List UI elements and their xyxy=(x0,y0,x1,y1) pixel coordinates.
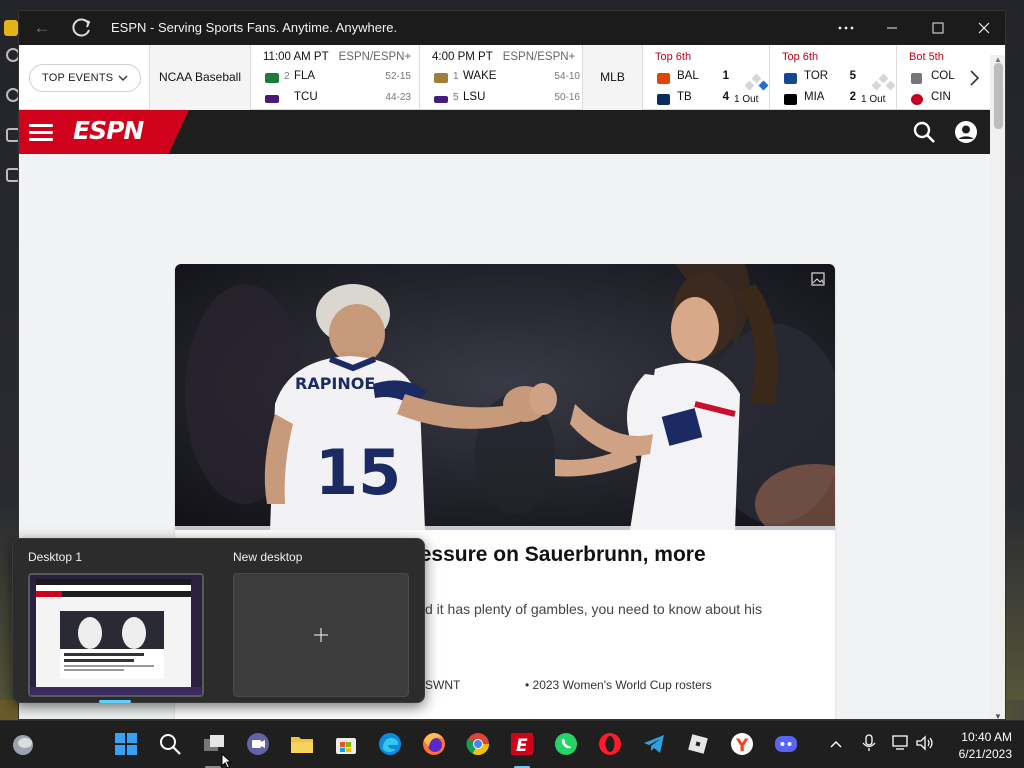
inning-status: Bot 5th xyxy=(909,51,944,63)
wake-forest-logo-icon xyxy=(434,73,448,83)
active-desktop-indicator xyxy=(99,700,131,703)
base-runners-icon xyxy=(744,73,769,93)
top-events-cell: TOP EVENTS xyxy=(19,45,150,110)
telegram-icon[interactable] xyxy=(641,731,667,757)
chevron-down-icon xyxy=(118,75,128,81)
score-card-col-cin[interactable]: Bot 5th COL CIN xyxy=(897,45,965,110)
team-row-cin: CIN xyxy=(911,91,965,107)
reds-logo-icon xyxy=(911,94,923,105)
maximize-button[interactable] xyxy=(915,11,961,45)
chrome-icon[interactable] xyxy=(465,731,491,757)
menu-icon[interactable] xyxy=(29,122,55,142)
score-card-tor-mia[interactable]: Top 6th TOR 5 MIA 2 1 Out xyxy=(770,45,897,110)
plus-icon xyxy=(314,628,328,642)
opera-icon[interactable] xyxy=(597,731,623,757)
store-icon[interactable] xyxy=(333,731,359,757)
tcu-logo-icon xyxy=(265,95,279,103)
desktop-1-preview xyxy=(30,575,202,695)
mouse-cursor xyxy=(221,753,233,768)
chevron-up-icon[interactable] xyxy=(829,737,843,751)
espn-app-icon[interactable]: E xyxy=(509,731,535,757)
page-scrollbar[interactable]: ▲ ▼ xyxy=(990,55,1005,719)
discord-icon[interactable] xyxy=(773,731,799,757)
team-row-tor: TOR 5 xyxy=(784,70,856,86)
svg-text:15: 15 xyxy=(315,436,401,509)
team-row-tcu: TCU 44-23 xyxy=(265,91,411,107)
espn-header: ESPN xyxy=(19,110,990,154)
team-row-mia: MIA 2 xyxy=(784,91,856,107)
scores-bar: TOP EVENTS NCAA Baseball 11:00 AM PT ESPN… xyxy=(19,45,990,110)
taskbar: E Y 10:40 AM 6/21/2023 xyxy=(0,720,1024,768)
base-runners-icon xyxy=(871,73,896,93)
orioles-logo-icon xyxy=(657,73,670,84)
outs-count: 1 Out xyxy=(861,94,886,105)
blue-jays-logo-icon xyxy=(784,73,797,84)
microphone-icon[interactable] xyxy=(861,734,877,752)
profile-icon[interactable] xyxy=(954,120,978,144)
start-icon[interactable] xyxy=(113,731,139,757)
desktop-shortcut-icon[interactable] xyxy=(4,20,18,36)
network-icon[interactable] xyxy=(891,734,911,752)
whatsapp-icon[interactable] xyxy=(553,731,579,757)
widgets-icon[interactable] xyxy=(10,731,36,757)
score-card-wake-lsu[interactable]: 4:00 PM PT ESPN/ESPN+ 1 WAKE 54-10 5 LSU … xyxy=(420,45,583,110)
ncaa-baseball-label[interactable]: NCAA Baseball xyxy=(150,45,251,110)
team-row-lsu: 5 LSU 50-16 xyxy=(434,91,580,107)
scroll-thumb[interactable] xyxy=(994,63,1003,129)
related-link-rosters[interactable]: • 2023 Women's World Cup rosters xyxy=(525,678,712,692)
search-icon[interactable] xyxy=(157,731,183,757)
edge-icon[interactable] xyxy=(377,731,403,757)
clock-time[interactable]: 10:40 AM xyxy=(948,730,1012,744)
volume-icon[interactable] xyxy=(915,734,935,752)
firefox-icon[interactable] xyxy=(421,731,447,757)
team-row-fla: 2 FLA 52-15 xyxy=(265,70,411,86)
related-link-swnt[interactable]: SWNT xyxy=(425,678,460,692)
top-events-dropdown[interactable]: TOP EVENTS xyxy=(29,64,141,92)
mlb-label[interactable]: MLB xyxy=(583,45,643,110)
team-row-tb: TB 4 xyxy=(657,91,729,107)
more-options-icon[interactable] xyxy=(823,11,869,45)
title-bar: ← ESPN - Serving Sports Fans. Anytime. A… xyxy=(19,11,1006,45)
reload-icon[interactable] xyxy=(70,17,94,39)
svg-text:Y: Y xyxy=(735,736,749,756)
chevron-right-icon[interactable] xyxy=(965,69,983,87)
svg-text:RAPINOE: RAPINOE xyxy=(295,374,375,393)
score-card-bal-tb[interactable]: Top 6th BAL 1 TB 4 1 Out xyxy=(643,45,770,110)
new-desktop-button[interactable] xyxy=(233,573,409,697)
back-button[interactable]: ← xyxy=(31,17,53,39)
score-card-fla-tcu[interactable]: 11:00 AM PT ESPN/ESPN+ 2 FLA 52-15 TCU 44… xyxy=(251,45,420,110)
desktop-1-label: Desktop 1 xyxy=(28,550,83,564)
window-title: ESPN - Serving Sports Fans. Anytime. Any… xyxy=(111,20,398,35)
top-events-label: TOP EVENTS xyxy=(42,72,114,84)
teams-chat-icon[interactable] xyxy=(245,731,271,757)
clock-date[interactable]: 6/21/2023 xyxy=(948,747,1012,761)
inning-status: Top 6th xyxy=(655,51,692,63)
espn-logo[interactable]: ESPN xyxy=(73,116,165,146)
hero-photo[interactable]: 15 RAPINOE xyxy=(175,264,835,530)
file-explorer-icon[interactable] xyxy=(289,731,315,757)
outs-count: 1 Out xyxy=(734,94,759,105)
florida-logo-icon xyxy=(265,73,279,83)
inning-status: Top 6th xyxy=(782,51,819,63)
lsu-logo-icon xyxy=(434,96,448,103)
desktop-1-thumbnail[interactable] xyxy=(28,573,204,697)
roblox-icon[interactable] xyxy=(685,731,711,757)
rays-logo-icon xyxy=(657,94,670,105)
scroll-down-arrow[interactable]: ▼ xyxy=(994,712,1002,719)
game-time: 4:00 PM PT ESPN/ESPN+ xyxy=(432,51,576,63)
svg-text:E: E xyxy=(516,736,528,756)
team-row-wake: 1 WAKE 54-10 xyxy=(434,70,580,86)
rockies-logo-icon xyxy=(911,73,922,84)
team-row-bal: BAL 1 xyxy=(657,70,729,86)
new-desktop-label: New desktop xyxy=(233,550,303,564)
search-icon[interactable] xyxy=(912,120,936,144)
gallery-icon[interactable] xyxy=(811,272,825,286)
yandex-icon[interactable]: Y xyxy=(729,731,755,757)
marlins-logo-icon xyxy=(784,94,797,105)
minimize-button[interactable] xyxy=(869,11,915,45)
team-row-col: COL xyxy=(911,70,965,86)
game-time: 11:00 AM PT ESPN/ESPN+ xyxy=(263,51,412,63)
task-view-flyout: Desktop 1 New desktop xyxy=(12,538,425,703)
close-button[interactable] xyxy=(961,11,1006,45)
